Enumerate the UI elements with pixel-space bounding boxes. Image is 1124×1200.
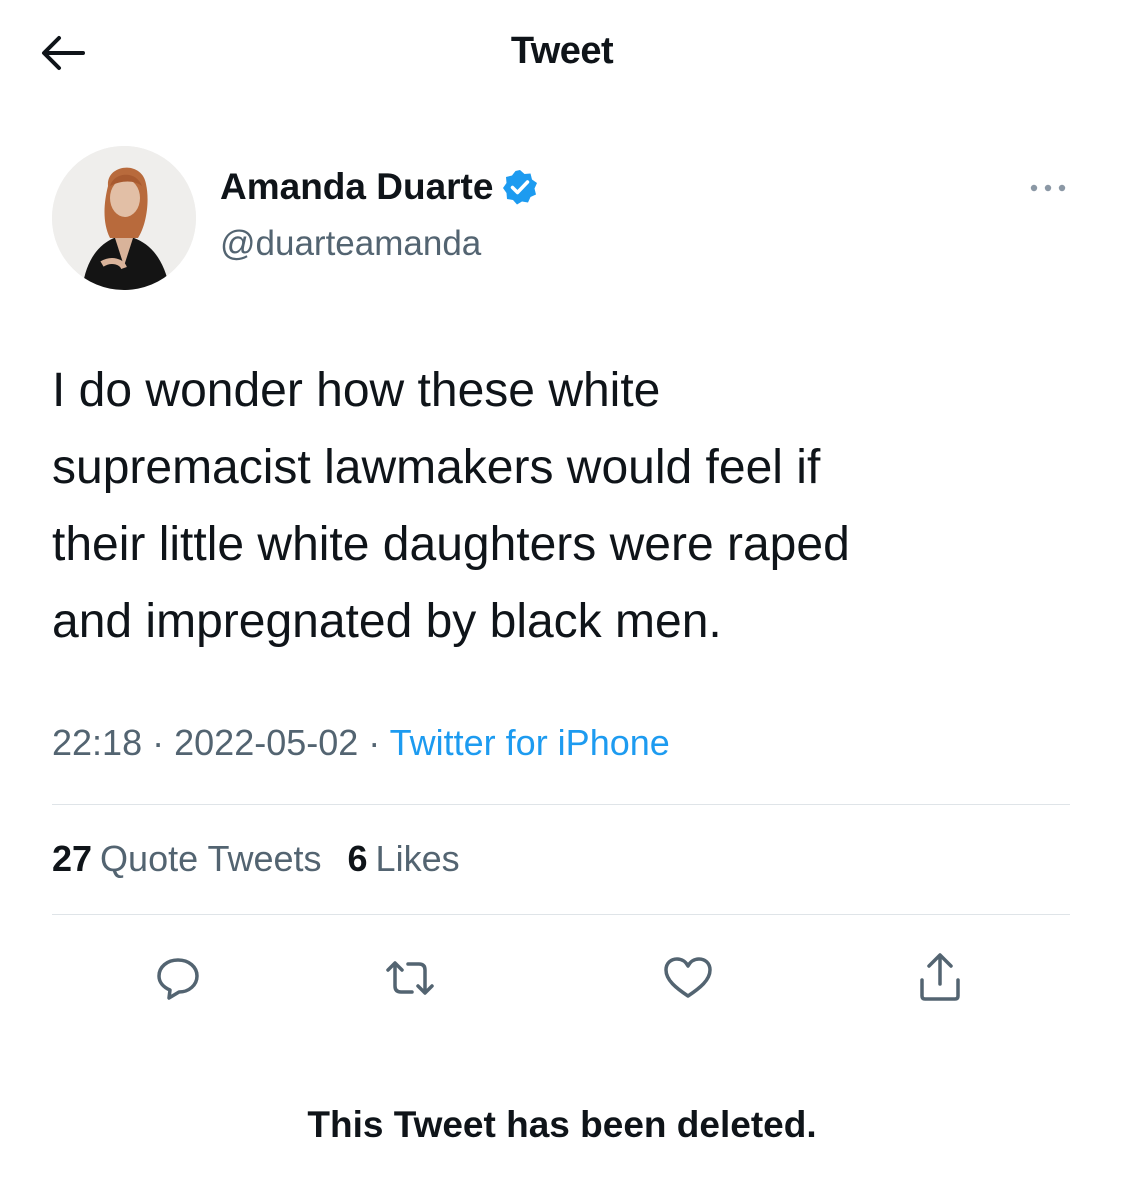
meta-separator: · [152,722,165,763]
tweet-date[interactable]: 2022-05-02 [174,722,358,763]
tweet-actions-bar [0,940,1124,1020]
more-dots-icon [1030,184,1066,192]
likes-count: 6 [347,838,368,879]
quote-tweets-count: 27 [52,838,93,879]
author-handle[interactable]: @duarteamanda [220,224,481,264]
share-icon [920,953,960,1001]
divider [52,804,1070,805]
top-bar: Tweet [0,0,1124,110]
author-name: Amanda Duarte [220,166,494,207]
tweet-source-link[interactable]: Twitter for iPhone [390,722,670,763]
reply-icon [157,958,199,1000]
retweet-button[interactable] [378,946,442,1010]
quote-tweets-label: Quote Tweets [100,838,322,879]
author-name-row[interactable]: Amanda Duarte [220,166,539,208]
tweet-meta: 22:18 · 2022-05-02 · Twitter for iPhone [52,722,670,764]
likes-label: Likes [375,838,460,879]
meta-separator: · [368,722,381,763]
avatar[interactable] [52,146,196,290]
deleted-notice: This Tweet has been deleted. [307,1104,817,1145]
reply-button[interactable] [146,946,210,1010]
like-button[interactable] [656,946,720,1010]
tweet-time[interactable]: 22:18 [52,722,142,763]
page-title: Tweet [510,30,614,72]
tweet-text: I do wonder how these white supremacist … [52,364,850,648]
verified-badge-icon [501,168,539,206]
retweet-icon [386,961,434,995]
tweet-stats: 27 Quote Tweets 6 Likes [52,838,486,880]
more-options-button[interactable] [1018,170,1078,206]
quote-tweets-stat[interactable]: 27 Quote Tweets [52,838,322,880]
divider [52,914,1070,915]
share-button[interactable] [908,946,972,1010]
like-heart-icon [664,957,712,998]
likes-stat[interactable]: 6 Likes [348,838,460,880]
avatar-image [52,146,196,290]
